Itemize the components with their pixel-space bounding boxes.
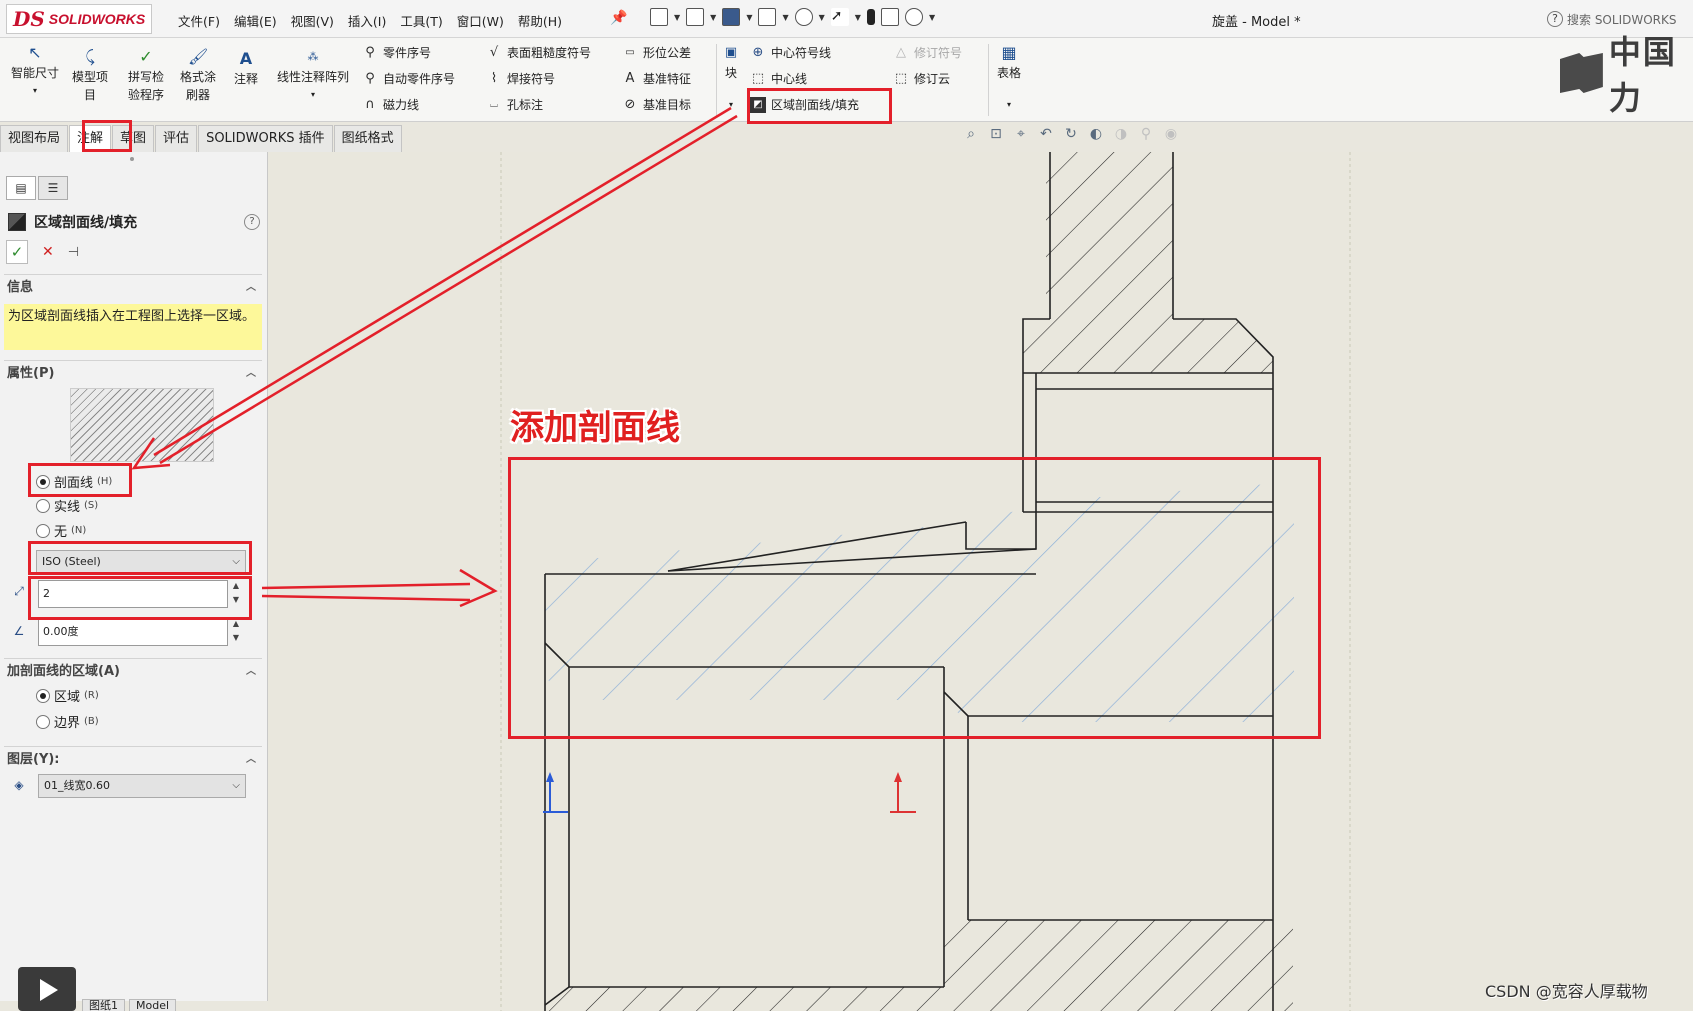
solidworks-window: DS SOLIDWORKS 文件(F) 编辑(E) 视图(V) 插入(I) 工具… — [0, 0, 1693, 1011]
tutorial-overlay-svg — [131, 106, 738, 608]
sheet-tabs: 图纸1 Model — [82, 999, 177, 1011]
video-play-button[interactable] — [18, 967, 76, 1011]
csdn-watermark: CSDN @宽容人厚载物 — [1485, 982, 1648, 1001]
sheet-tab-model[interactable]: Model — [129, 999, 177, 1011]
annotation-caption: 添加剖面线 — [510, 408, 680, 448]
sheet-tab-1[interactable]: 图纸1 — [82, 999, 125, 1011]
callout-arrow-to-canvas — [261, 568, 498, 608]
